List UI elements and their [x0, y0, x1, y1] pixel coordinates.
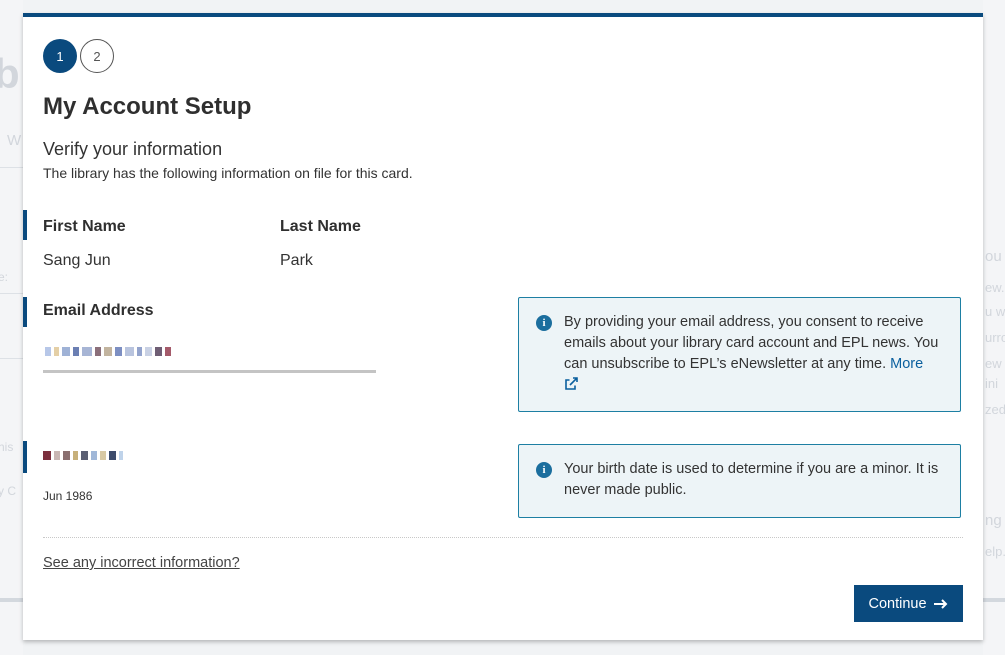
continue-button[interactable]: Continue — [854, 585, 963, 622]
section-subtitle: Verify your information — [43, 139, 223, 159]
email-value-underline — [43, 370, 376, 373]
background-left-edge: b W e: his y C — [0, 0, 23, 655]
last-name-label: Last Name — [280, 218, 361, 235]
stepper: 1 2 — [43, 39, 114, 73]
email-value-redacted — [45, 347, 171, 356]
section-divider — [43, 537, 963, 538]
incorrect-info-link[interactable]: See any incorrect information? — [43, 555, 240, 571]
arrow-right-icon — [933, 598, 947, 609]
account-setup-modal: 1 2 My Account Setup Verify your informa… — [23, 13, 983, 640]
first-name-value: Sang Jun — [43, 252, 111, 269]
birth-date-label-redacted — [43, 451, 123, 460]
birth-date-value: Jun 1986 — [43, 489, 93, 503]
background-right-edge: ou ew. u w urro ew ini zed ng elp. — [983, 0, 1005, 655]
external-link-icon — [565, 377, 578, 390]
step-1-indicator: 1 — [43, 39, 77, 73]
background-divider — [0, 358, 23, 359]
section-description: The library has the following informatio… — [43, 165, 413, 181]
info-icon: i — [536, 462, 552, 478]
field-accent-bar — [23, 210, 27, 240]
continue-button-label: Continue — [868, 595, 927, 612]
email-consent-notice: i By providing your email address, you c… — [518, 297, 961, 412]
field-accent-bar — [23, 297, 27, 327]
info-icon: i — [536, 315, 552, 331]
first-name-label: First Name — [43, 218, 126, 235]
step-2-indicator: 2 — [80, 39, 114, 73]
more-link-label: More — [890, 356, 924, 372]
birth-date-notice-text: Your birth date is used to determine if … — [564, 461, 939, 498]
background-divider — [0, 167, 23, 168]
page-title: My Account Setup — [43, 93, 252, 120]
background-divider — [0, 293, 23, 294]
email-consent-text: By providing your email address, you con… — [564, 314, 939, 372]
last-name-value: Park — [280, 252, 313, 269]
email-label: Email Address — [43, 302, 154, 319]
field-accent-bar — [23, 441, 27, 473]
birth-date-notice: i Your birth date is used to determine i… — [518, 444, 961, 518]
